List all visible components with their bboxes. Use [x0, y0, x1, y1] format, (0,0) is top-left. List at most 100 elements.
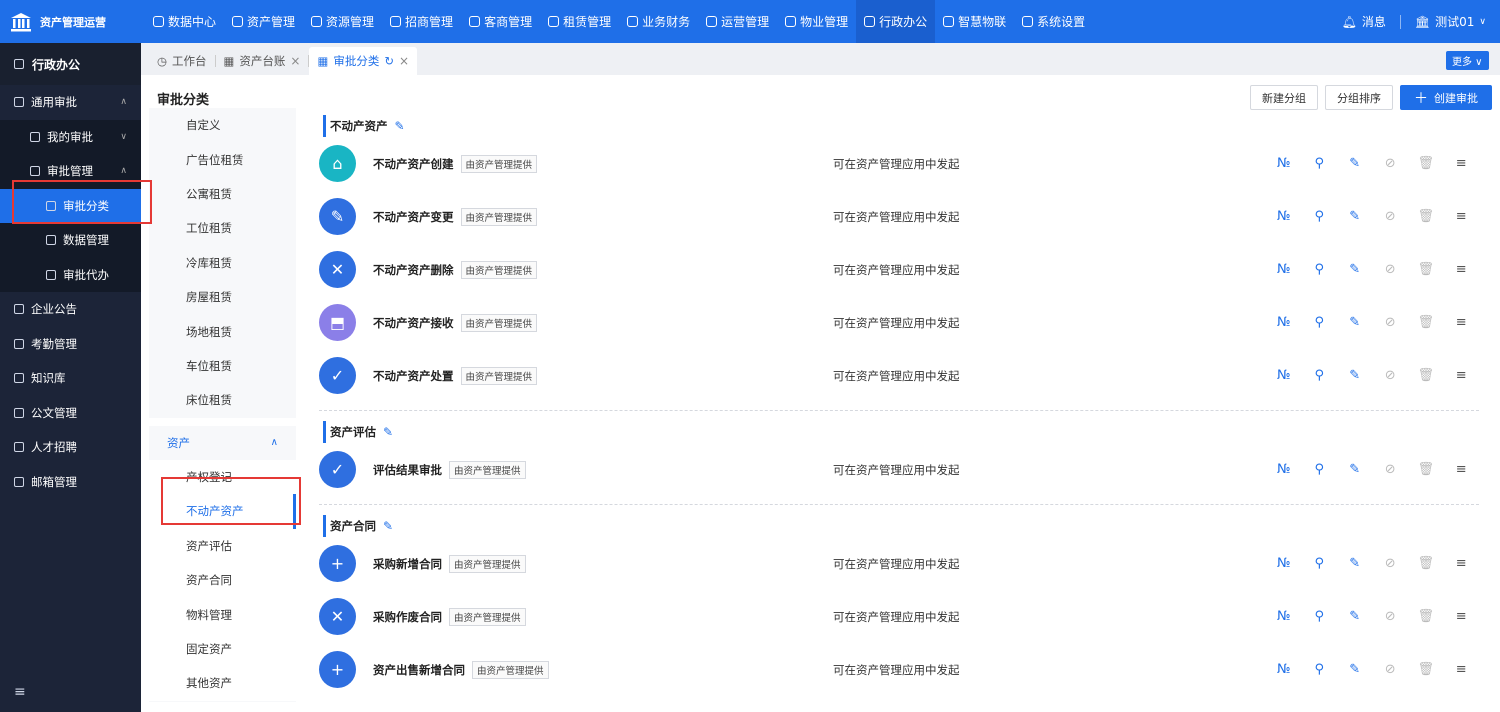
topnav-item[interactable]: 资产管理 — [224, 0, 303, 43]
edit-icon[interactable]: ✎ — [1337, 462, 1373, 477]
flow-icon[interactable]: ⚲ — [1302, 315, 1338, 330]
sidebar-item[interactable]: 审批管理 ∧ — [0, 154, 141, 189]
edit-icon[interactable]: ✎ — [1337, 262, 1373, 277]
sidebar-item[interactable]: 审批分类 — [0, 188, 141, 223]
drag-icon[interactable]: ≡ — [1444, 262, 1480, 277]
number-icon[interactable]: № — [1266, 462, 1302, 477]
topnav-item[interactable]: 智慧物联 — [935, 0, 1014, 43]
sidebar-item[interactable]: 数据管理 — [0, 223, 141, 258]
sidebar-item[interactable]: 我的审批 ∨ — [0, 119, 141, 154]
drag-icon[interactable]: ≡ — [1444, 462, 1480, 477]
category-sub-item[interactable]: 资产合同 — [149, 563, 296, 598]
edit-icon[interactable]: ✎ — [1337, 662, 1373, 677]
topnav-item[interactable]: 数据中心 — [145, 0, 224, 43]
collapse-menu-icon[interactable]: ≡ — [14, 684, 26, 700]
drag-icon[interactable]: ≡ — [1444, 156, 1480, 171]
sort-group-button[interactable]: 分组排序 — [1325, 85, 1393, 110]
topnav-item[interactable]: 租赁管理 — [540, 0, 619, 43]
sidebar-item[interactable]: 人才招聘 — [0, 430, 141, 465]
category-item[interactable]: 场地租赁 — [149, 314, 296, 348]
edit-icon[interactable]: ✎ — [1337, 368, 1373, 383]
tab[interactable]: ▦ 资产台账 × — [216, 47, 309, 75]
sidebar-item[interactable]: 审批代办 — [0, 257, 141, 292]
close-icon[interactable]: × — [399, 54, 409, 68]
flow-icon[interactable]: ⚲ — [1302, 609, 1338, 624]
sidebar-item[interactable]: 通用审批 ∧ — [0, 85, 141, 120]
approval-row: ✕ 采购作废合同 由资产管理提供 可在资产管理应用中发起 № ⚲ ✎ ⊘ 🗑 ≡ — [319, 590, 1479, 643]
flow-icon[interactable]: ⚲ — [1302, 262, 1338, 277]
flow-icon[interactable]: ⚲ — [1302, 209, 1338, 224]
category-item[interactable]: 房屋租赁 — [149, 280, 296, 314]
drag-icon[interactable]: ≡ — [1444, 368, 1480, 383]
category-group-asset[interactable]: 资产 ∧ — [149, 425, 296, 460]
drag-icon[interactable]: ≡ — [1444, 315, 1480, 330]
drag-icon[interactable]: ≡ — [1444, 609, 1480, 624]
sidebar-item[interactable]: 知识库 — [0, 361, 141, 396]
category-sub-item[interactable]: 不动产资产 — [149, 494, 296, 529]
drag-icon[interactable]: ≡ — [1444, 556, 1480, 571]
flow-icon[interactable]: ⚲ — [1302, 368, 1338, 383]
sidebar-item[interactable]: 考勤管理 — [0, 327, 141, 362]
topnav-item[interactable]: 运营管理 — [698, 0, 777, 43]
topnav-item[interactable]: 客商管理 — [461, 0, 540, 43]
category-sub-item[interactable]: 资产评估 — [149, 528, 296, 564]
brand[interactable]: 资产管理运营 — [0, 0, 141, 43]
drag-icon[interactable]: ≡ — [1444, 662, 1480, 677]
user-menu[interactable]: 🏛︎ 测试01 ∨ — [1415, 13, 1486, 30]
sidebar-item[interactable]: 邮箱管理 — [0, 465, 141, 500]
category-item[interactable]: 公寓租赁 — [149, 177, 296, 211]
number-icon[interactable]: № — [1266, 315, 1302, 330]
edit-icon[interactable]: ✎ — [1337, 556, 1373, 571]
new-group-button[interactable]: 新建分组 — [1250, 85, 1318, 110]
topnav-item[interactable]: 招商管理 — [382, 0, 461, 43]
close-icon[interactable]: × — [290, 54, 300, 68]
number-icon[interactable]: № — [1266, 609, 1302, 624]
edit-icon[interactable]: ✎ — [1337, 315, 1373, 330]
category-sub-item[interactable]: 固定资产 — [149, 631, 296, 667]
category-item[interactable]: 广告位租赁 — [149, 142, 296, 176]
number-icon[interactable]: № — [1266, 262, 1302, 277]
flow-icon[interactable]: ⚲ — [1302, 462, 1338, 477]
sidebar-item[interactable]: 公文管理 — [0, 396, 141, 431]
number-icon[interactable]: № — [1266, 556, 1302, 571]
topnav-item[interactable]: 业务财务 — [619, 0, 698, 43]
sidebar-title-label: 行政办公 — [32, 57, 81, 72]
edit-group-icon[interactable]: ✎ — [383, 425, 393, 439]
number-icon[interactable]: № — [1266, 662, 1302, 677]
category-sub-item[interactable]: 产权登记 — [149, 459, 296, 495]
sidebar-item-label: 考勤管理 — [31, 336, 77, 351]
number-icon[interactable]: № — [1266, 156, 1302, 171]
flow-icon[interactable]: ⚲ — [1302, 556, 1338, 571]
create-approval-button[interactable]: ＋ 创建审批 — [1400, 85, 1492, 110]
topnav-item[interactable]: 资源管理 — [303, 0, 382, 43]
category-item[interactable]: 车位租赁 — [149, 349, 296, 383]
number-icon[interactable]: № — [1266, 209, 1302, 224]
topnav-item[interactable]: 系统设置 — [1014, 0, 1093, 43]
category-item[interactable]: 工位租赁 — [149, 211, 296, 245]
sidebar-item[interactable]: 企业公告 — [0, 292, 141, 327]
topnav-item[interactable]: 物业管理 — [777, 0, 856, 43]
category-sub-item[interactable]: 物料管理 — [149, 597, 296, 632]
category-item[interactable]: 自定义 — [149, 108, 296, 142]
drag-icon[interactable]: ≡ — [1444, 209, 1480, 224]
nav-icon — [153, 16, 164, 27]
topnav-label: 资产管理 — [247, 15, 296, 29]
category-item[interactable]: 床位租赁 — [149, 383, 296, 417]
tab[interactable]: ◷ 工作台 — [149, 47, 215, 75]
category-sub-item[interactable]: 其他资产 — [149, 666, 296, 701]
edit-group-icon[interactable]: ✎ — [395, 119, 405, 133]
refresh-icon[interactable]: ↻ — [384, 54, 394, 68]
number-icon[interactable]: № — [1266, 368, 1302, 383]
tab[interactable]: ▦ 审批分类 ↻ × — [309, 47, 418, 75]
row-actions: № ⚲ ✎ ⊘ 🗑 ≡ — [1266, 209, 1479, 224]
edit-icon[interactable]: ✎ — [1337, 609, 1373, 624]
topnav-item[interactable]: 行政办公 — [856, 0, 936, 43]
flow-icon[interactable]: ⚲ — [1302, 662, 1338, 677]
edit-group-icon[interactable]: ✎ — [383, 519, 393, 533]
flow-icon[interactable]: ⚲ — [1302, 156, 1338, 171]
edit-icon[interactable]: ✎ — [1337, 209, 1373, 224]
category-item[interactable]: 冷库租赁 — [149, 246, 296, 280]
edit-icon[interactable]: ✎ — [1337, 156, 1373, 171]
more-tabs-button[interactable]: 更多 ∨ — [1446, 51, 1489, 70]
messages-link[interactable]: 🔔︎ 消息 — [1342, 13, 1386, 30]
